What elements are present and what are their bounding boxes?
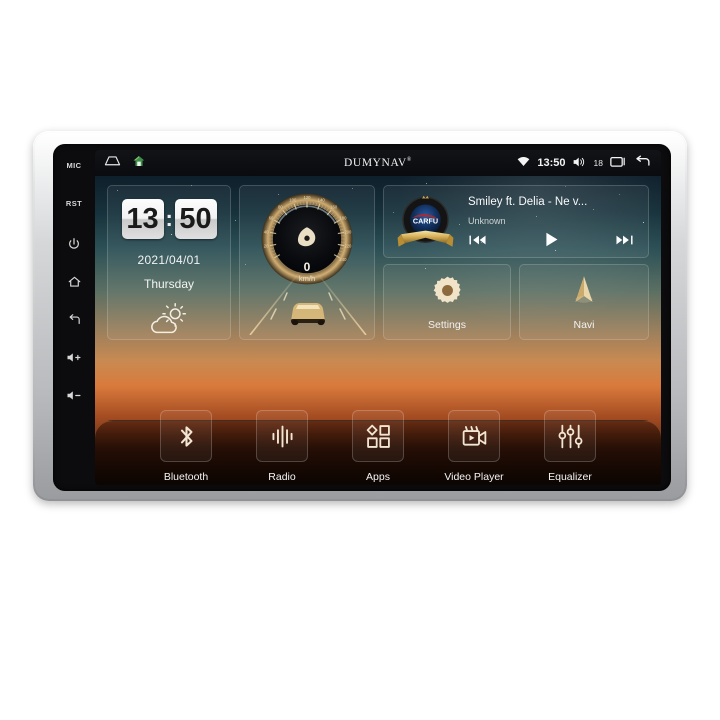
touchscreen[interactable]: DUMYNAV® 13:50 18 13: 50 2021/04/01 Thu… <box>95 150 661 485</box>
back-icon <box>67 313 82 327</box>
dock-item-radio[interactable]: Radio <box>245 410 319 483</box>
status-bar-left <box>95 154 146 173</box>
gauge-tick-label: 180 <box>339 216 347 221</box>
clock-widget[interactable]: 13 : 50 2021/04/01 Thursday <box>107 185 231 340</box>
reset-button[interactable]: RST <box>53 199 95 237</box>
road-animation <box>240 269 374 335</box>
clock-hours: 13 <box>122 199 164 239</box>
equalizer-sliders-icon <box>544 410 596 462</box>
volume-up-button[interactable] <box>53 351 95 389</box>
power-button[interactable] <box>53 237 95 275</box>
clock-date: 2021/04/01 <box>137 253 200 267</box>
media-player-widget[interactable]: CARFU Smiley ft. Delia - Ne v... Unknown <box>383 185 649 258</box>
gauge-tick-label: 20 <box>264 244 269 249</box>
gauge-tick-label: 60 <box>269 216 274 221</box>
back-hardware-button[interactable] <box>53 313 95 351</box>
album-art-label: CARFU <box>413 216 438 225</box>
flip-clock: 13 : 50 <box>122 199 217 239</box>
car-head-unit-device: MIC RST DUMYNAV® 13:50 18 13: 50 2021/0… <box>33 131 687 501</box>
radio-label: Radio <box>268 471 295 483</box>
equalizer-label: Equalizer <box>548 471 592 483</box>
navigation-arrow-icon <box>567 273 601 312</box>
volume-level: 18 <box>594 158 603 168</box>
volume-up-icon <box>66 351 82 364</box>
gauge-tick-label: 220 <box>344 244 352 249</box>
gauge-tick-label: 140 <box>318 197 326 202</box>
gauge-tick-label: 120 <box>303 195 311 200</box>
next-track-button[interactable] <box>615 233 634 252</box>
navi-label: Navi <box>573 319 594 331</box>
apps-grid-icon <box>352 410 404 462</box>
gauge-tick-label: 160 <box>330 205 338 210</box>
settings-tile[interactable]: Settings <box>383 264 511 340</box>
screenshot-canvas: MIC RST DUMYNAV® 13:50 18 13: 50 2021/0… <box>0 0 720 720</box>
previous-track-button[interactable] <box>468 233 487 252</box>
bluetooth-icon <box>160 410 212 462</box>
video-camera-icon <box>448 410 500 462</box>
app-dock: Bluetooth Radio Apps Video Player Equali… <box>95 391 661 483</box>
settings-label: Settings <box>428 319 466 331</box>
apps-label: Apps <box>366 471 390 483</box>
gauge-tick-label: 40 <box>264 229 269 234</box>
home-icon[interactable] <box>132 154 146 173</box>
bluetooth-label: Bluetooth <box>164 471 208 483</box>
mic-label: MIC <box>67 161 82 170</box>
collapse-icon[interactable] <box>104 154 121 172</box>
radio-waves-icon <box>256 410 308 462</box>
home-icon <box>67 275 82 289</box>
home-hardware-button[interactable] <box>53 275 95 313</box>
device-black-frame: MIC RST DUMYNAV® 13:50 18 13: 50 2021/0… <box>53 144 671 491</box>
volume-icon[interactable] <box>573 156 587 171</box>
reset-label: RST <box>66 199 82 208</box>
power-icon <box>67 237 81 251</box>
speedometer-widget[interactable]: 20 40 60 80 100 120 140 160 180 200 220 240 0 km/h <box>239 185 375 340</box>
gauge-tick-label: 100 <box>289 197 297 202</box>
brand-registered-mark: ® <box>407 157 412 163</box>
recents-icon[interactable] <box>610 155 627 171</box>
home-screen-content: 13 : 50 2021/04/01 Thursday 20 40 60 80 … <box>95 176 661 485</box>
dock-item-apps[interactable]: Apps <box>341 410 415 483</box>
clock-minutes: 50 <box>175 199 217 239</box>
clock-separator: : <box>166 199 173 239</box>
partly-cloudy-icon <box>146 303 192 342</box>
status-time: 13:50 <box>537 157 565 169</box>
mic-button[interactable]: MIC <box>53 161 95 199</box>
hardware-key-strip: MIC RST <box>53 144 95 491</box>
video-player-label: Video Player <box>444 471 503 483</box>
gauge-tick-label: 80 <box>278 205 283 210</box>
dock-item-equalizer[interactable]: Equalizer <box>533 410 607 483</box>
track-artist: Unknown <box>468 216 506 226</box>
play-button[interactable] <box>543 231 560 253</box>
gear-icon <box>431 274 464 312</box>
track-title: Smiley ft. Delia - Ne v... <box>468 196 640 208</box>
back-icon[interactable] <box>634 155 651 171</box>
status-bar: DUMYNAV® 13:50 18 <box>95 150 661 176</box>
navi-tile[interactable]: Navi <box>519 264 649 340</box>
album-art-badge: CARFU <box>394 191 457 259</box>
brand-name: DUMYNAV <box>344 157 407 169</box>
media-controls <box>468 231 640 253</box>
dock-item-video-player[interactable]: Video Player <box>437 410 511 483</box>
status-bar-right: 13:50 18 <box>517 155 661 171</box>
wifi-icon <box>517 156 530 170</box>
gauge-tick-label: 200 <box>344 229 352 234</box>
clock-weekday: Thursday <box>144 277 194 291</box>
dock-item-bluetooth[interactable]: Bluetooth <box>149 410 223 483</box>
volume-down-icon <box>66 389 82 402</box>
volume-down-button[interactable] <box>53 389 95 427</box>
